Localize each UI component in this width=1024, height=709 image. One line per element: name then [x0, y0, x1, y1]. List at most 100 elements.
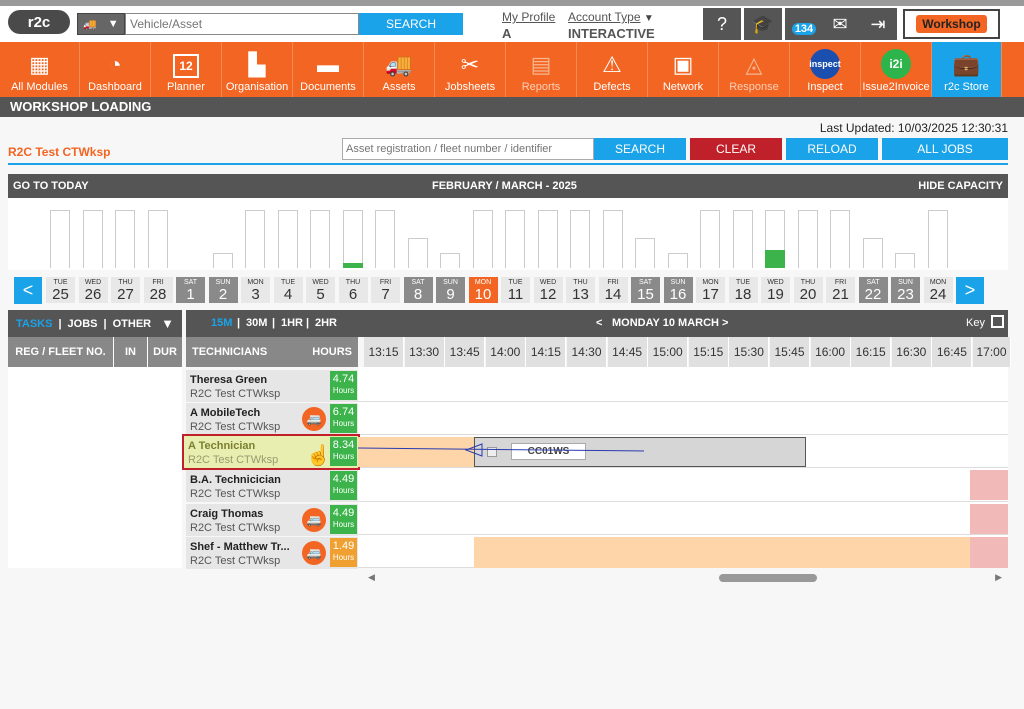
capacity-bar — [245, 209, 265, 268]
technician-row[interactable]: A MobileTech R2C Test CTWksp 🚐 6.74 Hours — [186, 403, 358, 436]
day-cell[interactable]: MON 3 — [241, 277, 270, 303]
tab-jobs[interactable]: JOBS — [68, 318, 98, 330]
search-button[interactable]: SEARCH — [594, 138, 686, 160]
next-date-button[interactable]: > — [722, 317, 728, 329]
nav-planner[interactable]: 12 Planner — [151, 42, 222, 97]
day-cell[interactable]: THU 13 — [566, 277, 595, 303]
nav-all-modules[interactable]: ▦ All Modules — [0, 42, 80, 97]
technician-workshop: R2C Test CTWksp — [190, 388, 281, 400]
technician-row[interactable]: Shef - Matthew Tr... R2C Test CTWksp 🚐 1.49… — [186, 537, 358, 569]
day-cell[interactable]: SUN 16 — [663, 277, 693, 303]
nav-organisation[interactable]: ▙ Organisation — [222, 42, 293, 97]
account-type-link[interactable]: Account Type — [568, 10, 641, 24]
zoom-1hr[interactable]: 1HR — [281, 317, 303, 329]
scroll-right-icon[interactable]: ▶ — [995, 572, 1002, 583]
clear-button[interactable]: CLEAR — [690, 138, 782, 160]
r2c-logo[interactable]: r2c — [8, 10, 70, 34]
grid-icon: ▦ — [29, 52, 50, 77]
day-cell[interactable]: TUE 18 — [728, 277, 758, 303]
account-type[interactable]: Account Type ▼ INTERACTIVE — [568, 10, 655, 41]
day-cell[interactable]: THU 6 — [338, 277, 368, 303]
capacity-fill — [765, 250, 785, 268]
go-to-today-button[interactable]: GO TO TODAY — [13, 180, 89, 192]
next-days-button[interactable]: > — [956, 277, 984, 304]
nav-defects[interactable]: ⚠ Defects — [577, 42, 648, 97]
day-cell[interactable]: MON 24 — [923, 277, 953, 303]
vehicle-type-dropdown[interactable]: 🚚 ▼ — [77, 13, 125, 35]
asset-search-input[interactable] — [342, 138, 594, 160]
col-in[interactable]: IN — [114, 337, 148, 367]
help-icon[interactable]: ? — [703, 8, 741, 40]
hide-capacity-button[interactable]: HIDE CAPACITY — [918, 180, 1003, 192]
header-search-button[interactable]: SEARCH — [359, 13, 463, 35]
day-cell[interactable]: WED 5 — [306, 277, 335, 303]
prev-days-button[interactable]: < — [14, 277, 42, 304]
day-cell[interactable]: THU 27 — [111, 277, 140, 303]
scroll-left-icon[interactable]: ◀ — [368, 572, 375, 583]
my-profile-link[interactable]: My Profile — [502, 10, 555, 24]
tab-tasks[interactable]: TASKS — [16, 318, 52, 330]
my-profile[interactable]: My Profile A — [502, 10, 555, 41]
workshop-logo[interactable]: Workshop — [903, 9, 1000, 39]
technician-row[interactable]: B.A. Technicician R2C Test CTWksp 4.49 Hour… — [186, 470, 358, 503]
day-cell[interactable]: TUE 4 — [273, 277, 303, 303]
nav-reports[interactable]: ▤ Reports — [506, 42, 577, 97]
day-cell[interactable]: FRI 14 — [598, 277, 628, 303]
nav-dashboard[interactable]: ◔ Dashboard — [80, 42, 151, 97]
truck-icon: 🚚 — [83, 18, 98, 31]
day-cell[interactable]: FRI 7 — [371, 277, 400, 303]
module-nav: ▦ All Modules ◔ Dashboard 12 Planner ▙ Organ… — [0, 42, 1024, 97]
horizontal-scrollbar[interactable]: ◀ ▶ — [368, 572, 1002, 584]
capacity-bar — [927, 209, 948, 268]
vehicle-search-input[interactable] — [125, 13, 359, 35]
day-cell[interactable]: SUN 2 — [208, 277, 238, 303]
tab-other[interactable]: OTHER — [113, 318, 152, 330]
notification-flag-icon[interactable]: 134 — [785, 8, 823, 40]
nav-response[interactable]: ◬ Response — [719, 42, 790, 97]
day-cell[interactable]: SAT 1 — [176, 277, 205, 303]
mail-icon[interactable]: ✉ — [821, 8, 859, 40]
day-number: 19 — [767, 286, 784, 303]
key-button[interactable]: Key — [966, 317, 985, 329]
day-cell[interactable]: SAT 15 — [631, 277, 660, 303]
day-cell[interactable]: WED 12 — [533, 277, 563, 303]
technician-row[interactable]: Craig Thomas R2C Test CTWksp 🚐 4.49 Hours — [186, 503, 358, 536]
day-cell[interactable]: FRI 28 — [143, 277, 173, 303]
nav-documents[interactable]: ▬ Documents — [293, 42, 364, 97]
day-cell[interactable]: TUE 11 — [501, 277, 530, 303]
nav-network[interactable]: ▣ Network — [648, 42, 719, 97]
all-jobs-button[interactable]: ALL JOBS — [882, 138, 1008, 160]
technician-row[interactable]: Theresa Green R2C Test CTWksp 4.74 Hours — [186, 370, 358, 402]
technician-row[interactable]: A Technician R2C Test CTWksp 8.34 Hours — [182, 434, 360, 470]
zoom-2hr[interactable]: 2HR — [315, 317, 337, 329]
col-dur[interactable]: DUR — [148, 337, 182, 367]
mortarboard-icon[interactable]: 🎓 — [744, 8, 782, 40]
day-cell[interactable]: SAT 8 — [403, 277, 433, 303]
day-cell[interactable]: SUN 9 — [436, 277, 465, 303]
day-cell[interactable]: THU 20 — [793, 277, 823, 303]
nav-jobsheets[interactable]: ✂ Jobsheets — [435, 42, 506, 97]
day-cell[interactable]: SAT 22 — [858, 277, 888, 303]
scroll-thumb[interactable] — [719, 574, 817, 582]
nav-r2c-store[interactable]: 💼 r2c Store — [932, 42, 1002, 97]
col-reg[interactable]: REG / FLEET NO. — [8, 337, 114, 367]
nav-issue2invoice[interactable]: i2i Issue2Invoice — [861, 42, 932, 97]
zoom-15m[interactable]: 15M — [211, 317, 232, 329]
day-cell[interactable]: TUE 25 — [46, 277, 75, 303]
expand-icon[interactable] — [991, 315, 1004, 328]
buildings-icon: ▙ — [248, 52, 266, 77]
nav-assets[interactable]: 🚚 Assets — [364, 42, 435, 97]
logout-icon[interactable]: ⇥ — [859, 8, 897, 40]
day-cell[interactable]: WED 26 — [78, 277, 108, 303]
day-cell[interactable]: MON 10 — [468, 277, 498, 303]
day-cell[interactable]: MON 17 — [696, 277, 725, 303]
day-cell[interactable]: SUN 23 — [891, 277, 920, 303]
day-cell[interactable]: FRI 21 — [826, 277, 855, 303]
zoom-30m[interactable]: 30M — [246, 317, 267, 329]
filter-icon[interactable]: ▼ — [161, 316, 174, 331]
day-cell[interactable]: WED 19 — [761, 277, 790, 303]
reload-button[interactable]: RELOAD — [786, 138, 878, 160]
day-number: 22 — [864, 286, 882, 303]
nav-inspect[interactable]: inspect Inspect — [790, 42, 861, 97]
prev-date-button[interactable]: < — [596, 317, 602, 329]
